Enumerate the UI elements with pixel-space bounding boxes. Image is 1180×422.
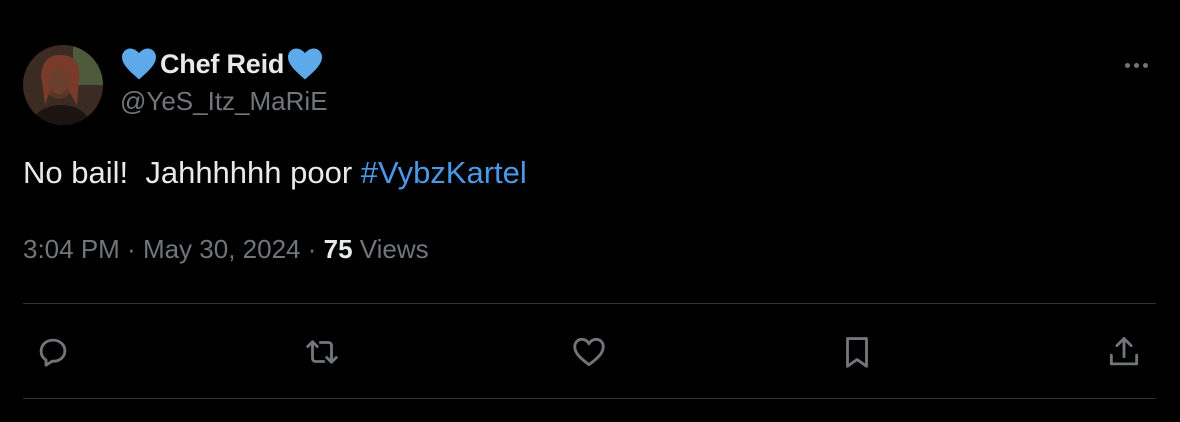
tweet-text: No bail! Jahhhhhh poor #VybzKartel [23,155,527,191]
reply-icon [39,338,67,367]
meta-separator: · [300,234,324,264]
hashtag-link[interactable]: #VybzKartel [361,155,527,190]
tweet-time[interactable]: 3:04 PM [23,234,120,264]
heart-icon [573,337,605,367]
avatar[interactable] [23,45,103,125]
display-name[interactable]: Chef Reid [160,49,284,80]
more-options-icon[interactable] [1116,55,1156,75]
share-button[interactable] [1102,330,1146,374]
bookmark-icon [846,337,868,368]
reply-button[interactable] [31,330,75,374]
blue-heart-icon [122,48,156,80]
divider [23,303,1156,304]
like-button[interactable] [567,330,611,374]
user-handle[interactable]: @YeS_Itz_MaRiE [120,86,328,117]
tweet-detail: Chef Reid @YeS_Itz_MaRiE No bail! Jahhhh… [0,0,1180,422]
meta-separator: · [119,234,143,264]
retweet-button[interactable] [300,330,344,374]
retweet-icon [306,340,338,364]
more-dot [1124,62,1130,68]
more-dot [1133,62,1139,68]
share-icon [1109,337,1139,366]
tweet-body: No bail! Jahhhhhh poor [23,155,361,190]
more-dot [1142,62,1148,68]
views-label: Views [352,234,429,264]
tweet-meta: 3:04 PM · May 30, 2024 · 75 Views [23,234,429,265]
tweet-date[interactable]: May 30, 2024 [143,234,301,264]
views-count: 75 [323,234,353,264]
blue-heart-icon [288,48,323,80]
avatar-photo [23,45,103,125]
divider [23,398,1156,399]
bookmark-button[interactable] [835,330,879,374]
author-name-row[interactable]: Chef Reid [120,44,324,84]
